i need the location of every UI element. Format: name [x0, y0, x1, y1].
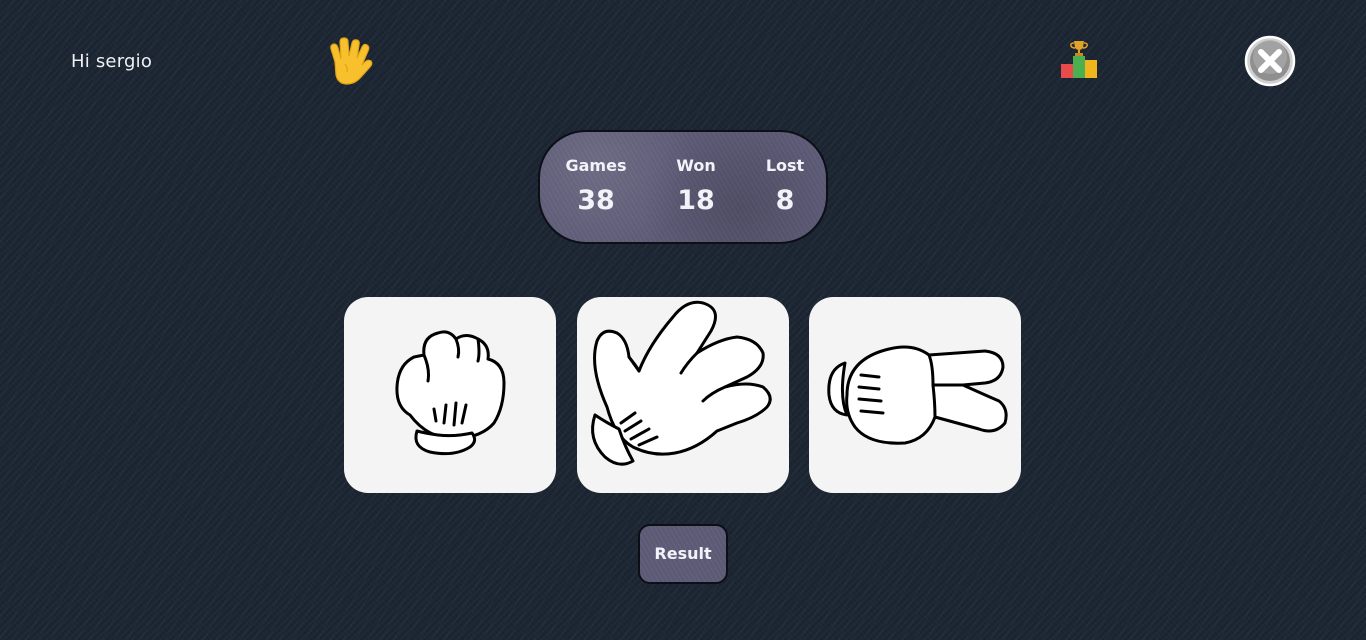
choice-card-scissors[interactable]	[809, 297, 1021, 493]
games-stat: Games 38	[551, 156, 641, 216]
close-icon	[1244, 35, 1296, 87]
greeting-text: Hi sergio	[71, 51, 153, 72]
leaderboard-podium-icon[interactable]	[1058, 38, 1102, 80]
scissors-glove-icon	[827, 345, 1008, 445]
scoreboard: Games 38 Won 18 Lost 8	[538, 130, 828, 244]
fist-glove-icon	[395, 330, 506, 456]
vulcan-salute-icon	[321, 34, 377, 90]
vulcan-glove-icon	[591, 300, 772, 466]
won-stat: Won 18	[651, 156, 741, 216]
won-label: Won	[676, 156, 716, 175]
choice-card-rock[interactable]	[344, 297, 556, 493]
games-value: 38	[577, 185, 615, 216]
games-label: Games	[565, 156, 627, 175]
won-value: 18	[677, 185, 715, 216]
lost-stat: Lost 8	[740, 156, 830, 216]
lost-value: 8	[775, 185, 795, 216]
lost-label: Lost	[765, 156, 805, 175]
choice-card-spock[interactable]	[577, 297, 789, 493]
result-button[interactable]: Result	[638, 524, 728, 584]
close-button[interactable]	[1244, 35, 1296, 87]
